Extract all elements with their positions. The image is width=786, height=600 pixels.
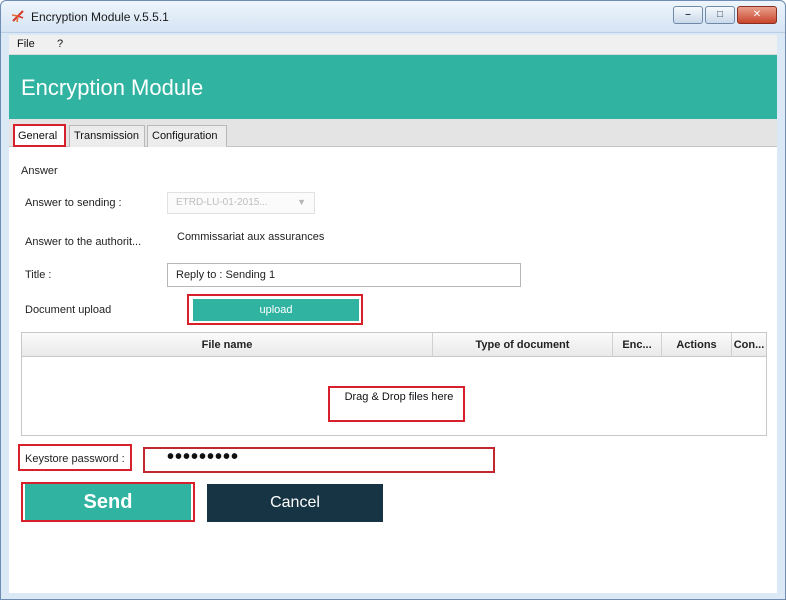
maximize-button[interactable]: □ <box>705 6 735 24</box>
highlight-keystore-label <box>18 444 132 471</box>
column-header-actions[interactable]: Actions <box>662 333 732 357</box>
table-header: File name Type of document Enc... Action… <box>22 333 766 357</box>
highlight-send-button <box>21 482 195 522</box>
menu-file[interactable]: File <box>17 38 35 50</box>
maximize-icon: □ <box>716 9 724 20</box>
tab-transmission-label: Transmission <box>74 130 139 142</box>
header-banner: Encryption Module <box>9 55 777 119</box>
answer-to-authority-value: Commissariat aux assurances <box>177 231 325 243</box>
highlight-drop-zone <box>328 386 465 422</box>
answer-to-sending-value: ETRD-LU-01-2015... <box>176 197 268 208</box>
close-icon: ✕ <box>752 9 762 20</box>
highlight-upload-button <box>187 294 363 325</box>
title-label: Title : <box>25 269 52 281</box>
column-header-encryption[interactable]: Enc... <box>613 333 662 357</box>
column-header-type-of-document[interactable]: Type of document <box>433 333 613 357</box>
title-input[interactable] <box>167 263 521 287</box>
title-bar[interactable]: Encryption Module v.5.5.1 – □ ✕ <box>1 1 785 33</box>
keystore-password-input[interactable]: ••••••••• <box>143 447 495 473</box>
minimize-button[interactable]: – <box>673 6 703 24</box>
highlight-tab-general <box>13 124 66 147</box>
app-logo-icon <box>11 10 24 23</box>
document-upload-label: Document upload <box>25 304 112 316</box>
cancel-button[interactable]: Cancel <box>207 484 383 522</box>
window-controls: – □ ✕ <box>673 6 777 24</box>
close-button[interactable]: ✕ <box>737 6 777 24</box>
column-header-content[interactable]: Con... <box>732 333 766 357</box>
application-window: Encryption Module v.5.5.1 – □ ✕ File ? E… <box>0 0 786 600</box>
column-header-file-name[interactable]: File name <box>22 333 433 357</box>
page-title: Encryption Module <box>21 75 204 100</box>
menu-help[interactable]: ? <box>57 38 63 50</box>
answer-to-authority-label: Answer to the authorit... <box>25 236 142 248</box>
tab-configuration[interactable]: Configuration <box>147 125 227 147</box>
tab-configuration-label: Configuration <box>152 130 218 142</box>
answer-to-sending-label: Answer to sending : <box>25 197 122 209</box>
tab-transmission[interactable]: Transmission <box>69 125 145 147</box>
minimize-icon: – <box>685 9 691 20</box>
tab-strip: General Transmission Configuration <box>9 119 777 147</box>
section-label-answer: Answer <box>21 165 58 177</box>
answer-to-sending-select[interactable]: ETRD-LU-01-2015... ▼ <box>167 192 315 214</box>
window-title: Encryption Module v.5.5.1 <box>31 10 169 24</box>
menu-bar: File ? <box>9 35 777 55</box>
chevron-down-icon: ▼ <box>297 197 306 207</box>
